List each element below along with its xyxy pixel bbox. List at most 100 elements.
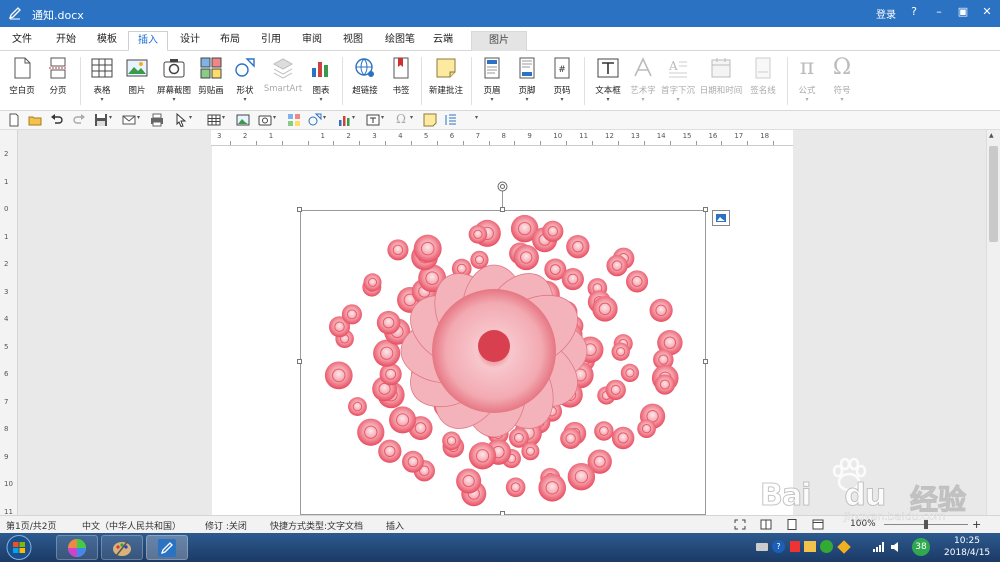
signature-line-button[interactable]: 签名线	[746, 54, 780, 108]
table-button[interactable]: 表格 ▾	[86, 54, 118, 108]
language-status[interactable]: 中文（中华人民共和国）	[82, 519, 181, 532]
dropcap-button[interactable]: A 首字下沉 ▾	[660, 54, 696, 108]
tab-insert[interactable]: 插入	[128, 31, 168, 51]
new-comment-button[interactable]: 新建批注	[426, 54, 466, 108]
qat-picture-icon[interactable]	[236, 113, 250, 127]
read-mode-icon[interactable]	[760, 519, 772, 530]
network-signal-icon[interactable]	[872, 541, 884, 553]
antivirus-tray-icon[interactable]	[820, 540, 833, 553]
qat-comment-icon[interactable]	[423, 113, 437, 127]
select-pointer-icon[interactable]	[174, 113, 188, 127]
wordart-button[interactable]: 艺术字 ▾	[628, 54, 658, 108]
taskbar-app-writer[interactable]	[146, 535, 188, 560]
qat-customize-icon[interactable]: ▾	[475, 114, 478, 121]
qat-formatting-icon[interactable]	[444, 113, 458, 127]
tab-cloud[interactable]: 云端	[424, 31, 462, 51]
qat-screenshot-icon[interactable]	[258, 113, 272, 127]
tab-layout[interactable]: 布局	[212, 31, 248, 51]
clip-art-button[interactable]: 剪贴画	[195, 54, 227, 108]
datetime-button[interactable]: 日期和时间	[698, 54, 744, 108]
hyperlink-button[interactable]: 超链接	[347, 54, 383, 108]
header-button[interactable]: 页眉 ▾	[477, 54, 507, 108]
formula-button[interactable]: π 公式 ▾	[792, 54, 822, 108]
focus-mode-icon[interactable]	[734, 519, 746, 530]
zoom-in-icon[interactable]: +	[972, 518, 981, 531]
page-number-button[interactable]: # 页码 ▾	[547, 54, 577, 108]
taskbar-app-paint[interactable]	[101, 535, 143, 560]
security-tray-icon[interactable]	[790, 541, 800, 552]
qat-shapes-dropdown-icon[interactable]: ▾	[323, 114, 326, 121]
clock[interactable]: 10:25 2018/4/15	[944, 535, 990, 559]
new-document-icon[interactable]	[7, 113, 21, 127]
close-button[interactable]: ✕	[976, 2, 998, 22]
update-tray-icon[interactable]	[837, 540, 851, 554]
qat-table-icon[interactable]	[207, 113, 221, 127]
save-icon[interactable]	[94, 113, 108, 127]
email-icon[interactable]	[122, 113, 136, 127]
open-folder-icon[interactable]	[28, 113, 42, 127]
tab-picture[interactable]: 图片	[471, 31, 527, 51]
restore-button[interactable]: ▣	[952, 2, 974, 22]
tab-home[interactable]: 开始	[48, 31, 84, 51]
help-button[interactable]: ?	[903, 2, 925, 22]
qat-table-dropdown-icon[interactable]: ▾	[222, 114, 225, 121]
volume-icon[interactable]	[890, 541, 902, 553]
tab-references[interactable]: 引用	[253, 31, 289, 51]
start-button-icon[interactable]	[4, 534, 34, 561]
resize-handle-e[interactable]	[703, 359, 708, 364]
bookmark-button[interactable]: 书签	[386, 54, 416, 108]
textbox-button[interactable]: 文本框 ▾	[590, 54, 626, 108]
chart-button[interactable]: 图表 ▾	[306, 54, 336, 108]
qat-symbol-dropdown-icon[interactable]: ▾	[410, 114, 413, 121]
smartart-button[interactable]: SmartArt	[262, 54, 304, 108]
minimize-button[interactable]: –	[928, 2, 950, 22]
tab-review[interactable]: 审阅	[294, 31, 330, 51]
tab-template[interactable]: 模板	[89, 31, 125, 51]
insert-mode-status[interactable]: 插入	[386, 519, 404, 532]
undo-icon[interactable]	[50, 113, 64, 127]
symbol-button[interactable]: Ω 符号 ▾	[827, 54, 857, 108]
resize-handle-nw[interactable]	[297, 207, 302, 212]
web-layout-icon[interactable]	[812, 519, 824, 530]
footer-button[interactable]: 页脚 ▾	[512, 54, 542, 108]
qat-textbox-icon[interactable]	[366, 113, 380, 127]
qat-chart-icon[interactable]	[337, 113, 351, 127]
qat-screenshot-dropdown-icon[interactable]: ▾	[273, 114, 276, 121]
resize-handle-n[interactable]	[500, 207, 505, 212]
resize-handle-w[interactable]	[297, 359, 302, 364]
page-count[interactable]: 第1页/共2页	[6, 519, 57, 532]
qat-clipart-icon[interactable]	[287, 113, 301, 127]
scrollbar-thumb[interactable]	[989, 146, 998, 242]
qat-shapes-icon[interactable]	[308, 113, 322, 127]
tab-design[interactable]: 设计	[172, 31, 208, 51]
page-break-button[interactable]: 分页	[42, 54, 74, 108]
blank-page-button[interactable]: 空白页	[4, 54, 40, 108]
track-changes-status[interactable]: 修订 :关闭	[205, 519, 247, 532]
keyboard-tray-icon[interactable]	[756, 543, 768, 551]
taskbar-app-colorwheel[interactable]	[56, 535, 98, 560]
tab-file[interactable]: 文件	[4, 31, 40, 51]
save-dropdown-icon[interactable]: ▾	[109, 114, 112, 121]
inserted-flower-image[interactable]	[300, 210, 706, 515]
tab-view[interactable]: 视图	[335, 31, 371, 51]
print-layout-icon[interactable]	[786, 519, 798, 530]
folder-tray-icon[interactable]	[804, 541, 816, 552]
qat-textbox-dropdown-icon[interactable]: ▾	[381, 114, 384, 121]
layout-options-icon[interactable]	[712, 210, 730, 226]
redo-icon[interactable]	[72, 113, 86, 127]
scroll-up-icon[interactable]: ▲	[989, 132, 994, 139]
tab-draw[interactable]: 绘图笔	[378, 31, 422, 51]
qat-symbol-icon[interactable]: Ω	[396, 112, 406, 126]
rotate-handle-icon[interactable]	[497, 181, 508, 192]
shapes-button[interactable]: 形状 ▾	[230, 54, 260, 108]
login-link[interactable]: 登录	[876, 6, 896, 21]
email-dropdown-icon[interactable]: ▾	[137, 114, 140, 121]
notification-badge[interactable]: 38	[912, 538, 930, 556]
screenshot-button[interactable]: 屏幕截图 ▾	[155, 54, 193, 108]
ime-tray-icon[interactable]: ?	[772, 540, 785, 553]
print-icon[interactable]	[150, 113, 164, 127]
picture-button[interactable]: 图片	[121, 54, 153, 108]
qat-chart-dropdown-icon[interactable]: ▾	[352, 114, 355, 121]
resize-handle-ne[interactable]	[703, 207, 708, 212]
select-dropdown-icon[interactable]: ▾	[189, 114, 192, 121]
